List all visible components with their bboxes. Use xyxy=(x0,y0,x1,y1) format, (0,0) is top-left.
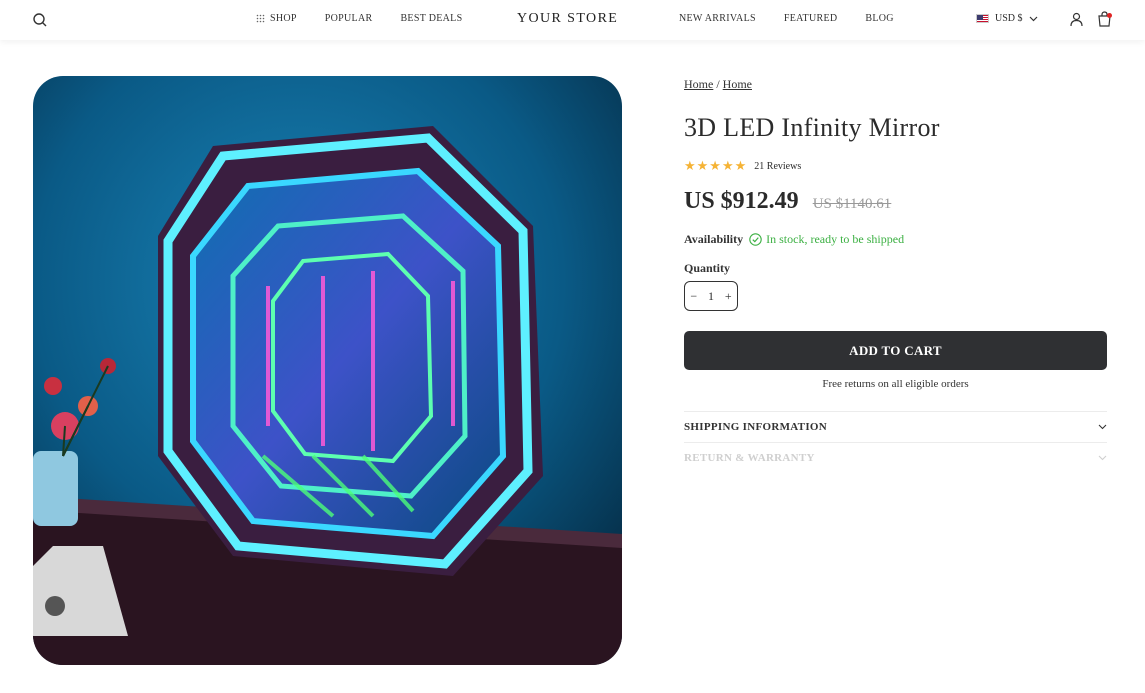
cart-badge xyxy=(1107,13,1112,18)
store-logo[interactable]: YOUR STORE xyxy=(517,11,618,27)
returns-note: Free returns on all eligible orders xyxy=(822,378,969,390)
nav-left: SHOP POPULAR BEST DEALS xyxy=(256,13,462,24)
nav-popular[interactable]: POPULAR xyxy=(325,13,373,24)
us-flag-icon xyxy=(976,14,989,23)
breadcrumb-home-1[interactable]: Home xyxy=(684,77,713,91)
nav-blog[interactable]: BLOG xyxy=(865,13,893,24)
product-photo xyxy=(33,76,622,665)
product-title: 3D LED Infinity Mirror xyxy=(684,113,940,142)
product-image[interactable] xyxy=(33,76,622,665)
nav-featured-label: FEATURED xyxy=(783,13,838,24)
search-icon[interactable] xyxy=(32,12,48,28)
nav-best-deals[interactable]: BEST DEALS xyxy=(400,13,462,24)
nav-blog-label: BLOG xyxy=(865,13,894,24)
chevron-down-icon xyxy=(1098,455,1107,461)
quantity-value[interactable]: 1 xyxy=(708,289,714,304)
nav-right: NEW ARRIVALS FEATURED BLOG xyxy=(679,13,894,24)
price-block: US $912.49 US $1140.61 xyxy=(684,188,891,215)
accordion-return-warranty[interactable]: RETURN & WARRANTY xyxy=(684,442,1107,473)
chevron-down-icon xyxy=(1098,424,1107,430)
currency-label: USD $ xyxy=(995,13,1023,24)
product-rating[interactable]: ★★★★★ 21 Reviews xyxy=(684,158,801,174)
compare-price: US $1140.61 xyxy=(812,196,892,212)
site-header: SHOP POPULAR BEST DEALS YOUR STORE NEW A… xyxy=(0,0,1145,40)
nav-shop-label: SHOP xyxy=(270,13,297,24)
star-rating-icon: ★★★★★ xyxy=(684,158,748,173)
check-circle-icon xyxy=(749,233,762,246)
chevron-down-icon xyxy=(1029,16,1037,21)
nav-featured[interactable]: FEATURED xyxy=(784,13,838,24)
availability-label: Availability xyxy=(684,232,744,246)
accordion-shipping-information[interactable]: SHIPPING INFORMATION xyxy=(684,411,1107,442)
accordion-shipping-label: SHIPPING INFORMATION xyxy=(684,421,827,433)
stock-status: In stock, ready to be shipped xyxy=(749,232,904,247)
nav-popular-label: POPULAR xyxy=(324,13,373,24)
stock-status-text: In stock, ready to be shipped xyxy=(766,232,905,246)
nav-new-arrivals[interactable]: NEW ARRIVALS xyxy=(679,13,756,24)
quantity-label: Quantity xyxy=(684,261,731,275)
grid-icon xyxy=(256,14,265,23)
availability: Availability In stock, ready to be shipp… xyxy=(684,232,904,247)
nav-shop[interactable]: SHOP xyxy=(256,13,297,24)
minus-icon[interactable]: − xyxy=(690,289,697,304)
review-count: 21 Reviews xyxy=(754,160,802,172)
add-to-cart-button[interactable]: ADD TO CART xyxy=(684,331,1107,370)
accordion-return-label: RETURN & WARRANTY xyxy=(684,452,815,464)
account-icon[interactable] xyxy=(1069,12,1084,27)
breadcrumb: Home / Home xyxy=(684,77,752,92)
plus-icon[interactable]: + xyxy=(725,289,732,304)
quantity-stepper[interactable]: − 1 + xyxy=(684,281,738,311)
current-price: US $912.49 xyxy=(684,188,799,214)
nav-new-arrivals-label: NEW ARRIVALS xyxy=(679,13,756,24)
nav-best-deals-label: BEST DEALS xyxy=(400,13,463,24)
currency-selector[interactable]: USD $ xyxy=(976,13,1038,24)
breadcrumb-home-2[interactable]: Home xyxy=(723,77,752,91)
